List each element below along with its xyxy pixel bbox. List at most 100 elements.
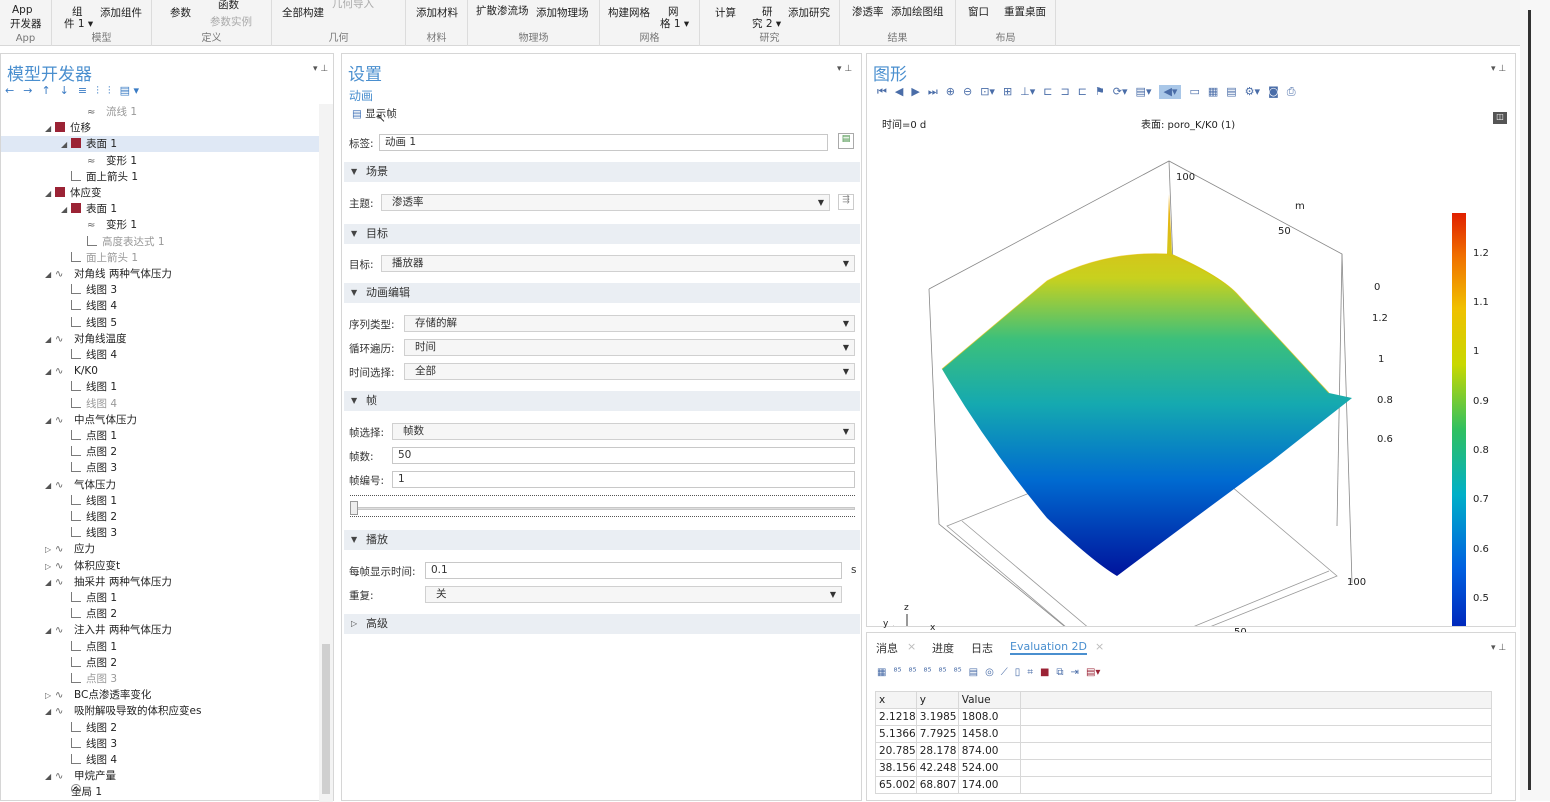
collapse-arrow-icon[interactable]: ◢ bbox=[45, 704, 55, 720]
collapse-arrow-icon[interactable]: ◢ bbox=[45, 769, 55, 785]
app-builder-button-line2[interactable]: 开发器 bbox=[10, 16, 42, 31]
precision-icon-4[interactable]: ⁸⁵ bbox=[939, 667, 947, 678]
tree-item[interactable]: 线图 1 bbox=[1, 379, 319, 395]
window-button[interactable]: 窗口 bbox=[968, 4, 989, 19]
tab-progress[interactable]: 进度 bbox=[932, 640, 954, 656]
copy-icon[interactable]: ⧉ bbox=[1056, 667, 1063, 678]
last-frame-icon[interactable]: ⏭ bbox=[928, 85, 938, 99]
tree-item[interactable]: ≈ 变形 1 bbox=[1, 153, 319, 169]
first-frame-icon[interactable]: ⏮ bbox=[877, 85, 887, 99]
repeat-select[interactable]: 关 ▼ bbox=[425, 586, 842, 603]
precision-icon-3[interactable]: ⁸⁵ bbox=[924, 667, 932, 678]
tree-item[interactable]: 线图 3 bbox=[1, 736, 319, 752]
tree-item[interactable]: 面上箭头 1 bbox=[1, 250, 319, 266]
tab-close-icon[interactable]: × bbox=[1095, 640, 1104, 653]
zoom-extents-icon[interactable]: ⊞ bbox=[1003, 85, 1012, 99]
tree-item[interactable]: ◢ 表面 1 bbox=[1, 136, 319, 153]
tree-item[interactable]: 点图 2 bbox=[1, 655, 319, 671]
tree-item[interactable]: ◢ 位移 bbox=[1, 120, 319, 136]
export-icon[interactable]: ⇥ bbox=[1071, 667, 1079, 678]
tree-item[interactable]: 线图 5 bbox=[1, 315, 319, 331]
diffusion-seepage-button[interactable]: 扩散渗流场 bbox=[476, 3, 529, 18]
expand-arrow-icon[interactable]: ▷ bbox=[45, 688, 55, 704]
column-header[interactable]: Value bbox=[957, 691, 1021, 709]
add-plot-group-button[interactable]: 添加绘图组 bbox=[891, 4, 944, 19]
parameter-instance-button[interactable]: 参数实例 bbox=[210, 14, 252, 29]
tree-item[interactable]: ◢ ∿ 抽采井 两种气体压力 bbox=[1, 574, 319, 590]
section-animation-editing[interactable]: ▼ 动画编辑 bbox=[344, 283, 860, 303]
collapse-arrow-icon[interactable]: ◢ bbox=[61, 137, 71, 153]
tree-item[interactable]: 线图 2 bbox=[1, 509, 319, 525]
slider-track[interactable] bbox=[350, 507, 855, 510]
tree-item[interactable]: ◢ ∿ 吸附解吸导致的体积应变es bbox=[1, 703, 319, 719]
tree-item[interactable]: ◢ ∿ 注入井 两种气体压力 bbox=[1, 622, 319, 638]
subject-select[interactable]: 渗透率 ▼ bbox=[381, 194, 830, 211]
move-up-icon[interactable]: ↑ bbox=[41, 84, 50, 100]
geometry-import-button[interactable]: 几何导入 bbox=[332, 0, 374, 11]
subject-action-icon[interactable]: ⇶ bbox=[838, 194, 854, 210]
axis-orientation-icon[interactable]: ⊥▾ bbox=[1020, 85, 1035, 99]
delete-icon[interactable]: ▯ bbox=[1015, 667, 1021, 678]
expand-arrow-icon[interactable]: ▷ bbox=[45, 559, 55, 575]
collapse-arrow-icon[interactable]: ◢ bbox=[45, 267, 55, 283]
label-edit-icon[interactable]: ▤ bbox=[838, 133, 854, 149]
clear-icon[interactable]: ⟋ bbox=[1001, 667, 1008, 678]
loop-select[interactable]: 时间 ▼ bbox=[404, 339, 855, 356]
tree-item[interactable]: 面上箭头 1 bbox=[1, 169, 319, 185]
section-playback[interactable]: ▼ 播放 bbox=[344, 530, 860, 550]
add-study-button[interactable]: 添加研究 bbox=[788, 5, 830, 20]
tree-item[interactable]: ◢ ∿ 对角线 两种气体压力 bbox=[1, 266, 319, 282]
tree-scrollbar[interactable] bbox=[319, 104, 333, 802]
show-frame-button[interactable]: ▤ 显示帧 bbox=[352, 106, 397, 121]
tree-item[interactable]: ≈ 流线 1 bbox=[1, 104, 319, 120]
deselect-icon[interactable]: ⊏ bbox=[1078, 85, 1087, 99]
collapse-arrow-icon[interactable]: ◢ bbox=[45, 364, 55, 380]
table-row[interactable]: 65.002 68.807 174.00 bbox=[875, 776, 1493, 794]
view-icon[interactable]: ▤▾ bbox=[1136, 85, 1152, 99]
collapse-arrow-icon[interactable]: ◢ bbox=[45, 575, 55, 591]
transparency-icon[interactable]: ◀▾ bbox=[1159, 85, 1182, 99]
tree-item[interactable]: ◢ ∿ 对角线温度 bbox=[1, 331, 319, 347]
table-icon[interactable]: ▤ bbox=[969, 667, 978, 678]
frame-slider[interactable] bbox=[350, 494, 855, 522]
tree-item[interactable]: 线图 3 bbox=[1, 282, 319, 298]
select-icon[interactable]: ⊏ bbox=[1043, 85, 1052, 99]
tree-item[interactable]: ◢ ∿ 中点气体压力 bbox=[1, 412, 319, 428]
tree-item[interactable]: 点图 3 bbox=[1, 671, 319, 687]
scene-light-icon[interactable]: ⚙▾ bbox=[1245, 85, 1260, 99]
panel-menu-icon[interactable]: ▾ ⊥ bbox=[1491, 64, 1506, 74]
tab-log[interactable]: 日志 bbox=[971, 640, 993, 656]
tree-item[interactable]: ◢ ∿ K/K0 bbox=[1, 363, 319, 379]
tree-item[interactable]: 线图 4 bbox=[1, 396, 319, 412]
collapse-arrow-icon[interactable]: ◢ bbox=[61, 202, 71, 218]
wireframe-icon[interactable]: ▭ bbox=[1189, 85, 1199, 99]
tree-item[interactable]: ▷ ∿ 体积应变t bbox=[1, 558, 319, 574]
collapse-icon[interactable]: ⫶ bbox=[108, 84, 111, 100]
tree-item[interactable]: 线图 4 bbox=[1, 298, 319, 314]
tree-item[interactable]: 点图 3 bbox=[1, 460, 319, 476]
tree-item[interactable]: ◢ ∿ 气体压力 bbox=[1, 477, 319, 493]
functions-button[interactable]: 函数 bbox=[218, 0, 239, 12]
tree-item[interactable]: 线图 2 bbox=[1, 720, 319, 736]
move-down-icon[interactable]: ↓ bbox=[60, 84, 69, 100]
frame-selection-select[interactable]: 帧数 ▼ bbox=[392, 423, 855, 440]
target-select[interactable]: 播放器 ▼ bbox=[381, 255, 855, 272]
tree-item[interactable]: 点图 1 bbox=[1, 639, 319, 655]
add-component-button[interactable]: 添加组件 bbox=[100, 5, 142, 20]
view-menu-icon[interactable]: ▤ ▾ bbox=[120, 84, 139, 100]
pin-icon[interactable]: ⚑ bbox=[1095, 85, 1105, 99]
forward-icon[interactable]: → bbox=[23, 84, 32, 100]
precision-icon[interactable]: ⁸⁵ bbox=[893, 667, 901, 678]
tab-evaluation-2d[interactable]: Evaluation 2D bbox=[1010, 640, 1088, 655]
scrollbar-thumb[interactable] bbox=[322, 644, 330, 794]
collapse-arrow-icon[interactable]: ◢ bbox=[45, 332, 55, 348]
column-header[interactable]: x bbox=[875, 691, 917, 709]
tree-item[interactable]: 线图 4 bbox=[1, 347, 319, 363]
back-icon[interactable]: ← bbox=[5, 84, 14, 100]
tree-item[interactable]: 点图 2 bbox=[1, 444, 319, 460]
globe-icon[interactable]: ◎ bbox=[985, 667, 994, 678]
tree-item[interactable]: ◢ 表面 1 bbox=[1, 201, 319, 217]
app-builder-button[interactable]: App bbox=[12, 4, 33, 16]
grid-icon[interactable]: ▦ bbox=[1208, 85, 1218, 99]
tree-item[interactable]: 点图 1 bbox=[1, 428, 319, 444]
